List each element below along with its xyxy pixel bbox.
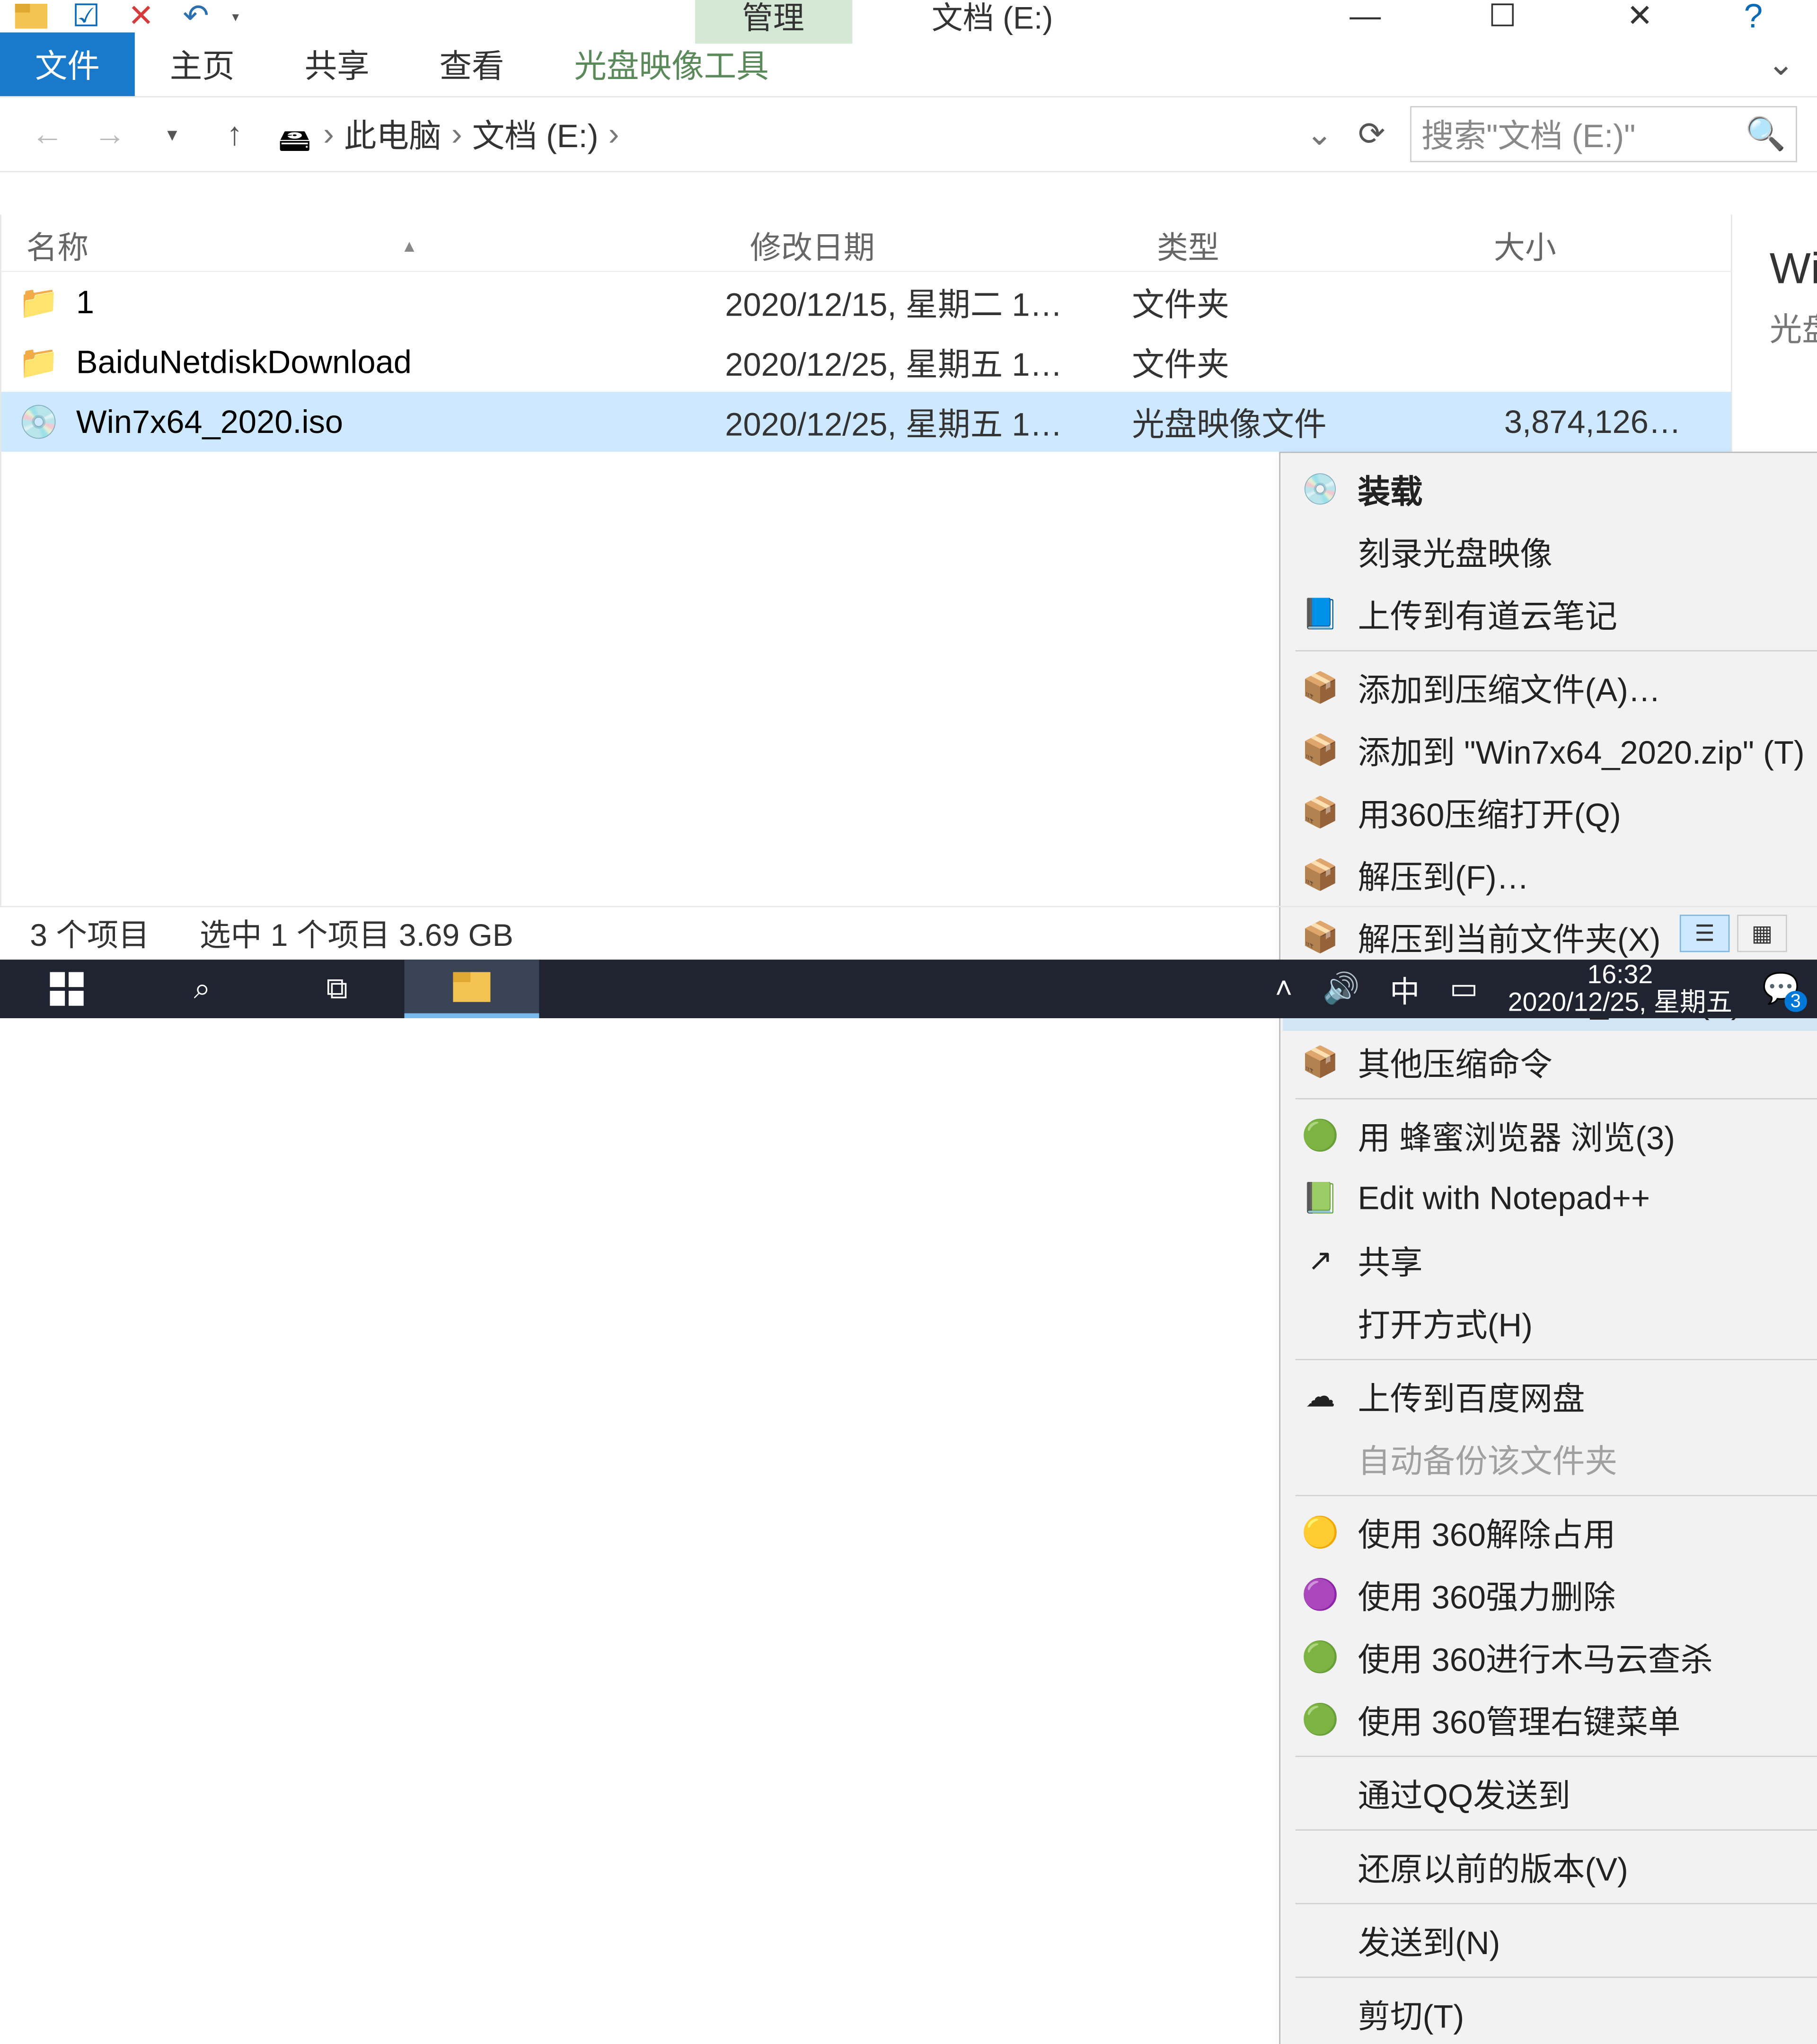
taskbar-search-button[interactable]: ⌕: [135, 960, 270, 1018]
titlebar: ☑ ✕ ↶ ▾ 管理 文档 (E:) — ☐ ✕ ?: [0, 0, 1817, 33]
ribbon-tab-home[interactable]: 主页: [135, 33, 270, 97]
address-dropdown[interactable]: ⌄: [1306, 115, 1333, 154]
breadcrumb-current[interactable]: 文档 (E:): [472, 111, 599, 158]
file-row[interactable]: 💿Win7x64_2020.iso2020/12/25, 星期五 1…光盘映像文…: [1, 392, 1731, 452]
context-menu-item[interactable]: 打开方式(H)▶: [1283, 1292, 1817, 1354]
context-menu-separator: [1296, 1098, 1817, 1100]
qat-properties-icon[interactable]: ☑: [67, 0, 105, 32]
status-bar: 3 个项目 选中 1 个项目 3.69 GB ☰ ▦: [0, 906, 1817, 960]
context-menu-item[interactable]: 📦用360压缩打开(Q): [1283, 781, 1817, 844]
status-item-count: 3 个项目: [30, 911, 150, 956]
window-title: 文档 (E:): [852, 0, 1315, 39]
clock-time: 16:32: [1508, 961, 1732, 989]
action-center-icon[interactable]: 💬3: [1762, 971, 1799, 1007]
refresh-button[interactable]: ⟳: [1358, 115, 1385, 154]
col-type[interactable]: 类型: [1132, 223, 1469, 268]
col-size[interactable]: 大小: [1469, 223, 1731, 268]
context-menu-separator: [1296, 1903, 1817, 1904]
details-title: Win7x64_2020.iso: [1770, 245, 1817, 294]
chevron-icon[interactable]: ›: [323, 115, 334, 154]
context-menu-separator: [1296, 1977, 1817, 1978]
nav-recent-dropdown[interactable]: ▾: [145, 122, 200, 147]
ribbon-tab-view[interactable]: 查看: [405, 33, 539, 97]
help-button[interactable]: ?: [1727, 0, 1780, 33]
details-subtitle: 光盘映像文件: [1770, 305, 1817, 351]
qat-customize-dropdown[interactable]: ▾: [232, 8, 239, 24]
context-menu-item[interactable]: 通过QQ发送到: [1283, 1762, 1817, 1824]
context-menu-separator: [1296, 1756, 1817, 1757]
qat-delete-icon[interactable]: ✕: [122, 0, 159, 32]
col-date[interactable]: 修改日期: [725, 223, 1132, 268]
ime-indicator[interactable]: 中: [1390, 967, 1420, 1011]
column-headers[interactable]: 名称▴ 修改日期 类型 大小: [1, 220, 1731, 272]
context-menu-item[interactable]: ☁上传到百度网盘: [1283, 1365, 1817, 1427]
breadcrumb-root[interactable]: 此电脑: [344, 111, 441, 158]
context-menu-item[interactable]: 🟡使用 360解除占用: [1283, 1501, 1817, 1564]
ribbon-tabs: 文件 主页 共享 查看 光盘映像工具 ⌄: [0, 33, 1817, 97]
context-menu-item[interactable]: 📦其他压缩命令▶: [1283, 1031, 1817, 1093]
volume-icon[interactable]: 🔊: [1323, 971, 1360, 1007]
taskbar-explorer-button[interactable]: [405, 960, 539, 1018]
ribbon-tab-share[interactable]: 共享: [270, 33, 405, 97]
nav-forward-button[interactable]: →: [82, 115, 137, 154]
context-menu-item[interactable]: 刻录光盘映像: [1283, 520, 1817, 583]
context-menu-item[interactable]: 🟢使用 360管理右键菜单: [1283, 1688, 1817, 1751]
context-menu-item[interactable]: 💿装载: [1283, 458, 1817, 520]
network-icon[interactable]: ▭: [1450, 971, 1478, 1007]
maximize-button[interactable]: ☐: [1453, 0, 1552, 33]
start-button[interactable]: [0, 960, 135, 1018]
taskbar-clock[interactable]: 16:32 2020/12/25, 星期五: [1508, 961, 1732, 1016]
close-button[interactable]: ✕: [1590, 0, 1690, 33]
task-view-button[interactable]: ⧉: [270, 960, 405, 1018]
quick-access-toolbar: ☑ ✕ ↶ ▾: [0, 0, 252, 32]
context-menu-item[interactable]: 剪切(T): [1283, 1983, 1817, 2044]
view-icons-button[interactable]: ▦: [1737, 915, 1787, 952]
status-selection: 选中 1 个项目 3.69 GB: [200, 911, 513, 956]
drive-icon: 🖴: [278, 117, 313, 152]
ribbon-expand-button[interactable]: ⌄: [1745, 33, 1817, 97]
minimize-button[interactable]: —: [1315, 0, 1415, 33]
col-name[interactable]: 名称▴: [1, 223, 725, 268]
taskbar[interactable]: ⌕ ⧉ ˄ 🔊 中 ▭ 16:32 2020/12/25, 星期五 💬3: [0, 960, 1817, 1018]
ribbon-tab-context[interactable]: 光盘映像工具: [539, 33, 804, 97]
search-icon: 🔍: [1746, 115, 1786, 154]
context-menu-item[interactable]: 📘上传到有道云笔记: [1283, 583, 1817, 645]
context-menu-separator: [1296, 1829, 1817, 1831]
qat-undo-icon[interactable]: ↶: [177, 0, 215, 32]
file-row[interactable]: 📁BaiduNetdiskDownload2020/12/25, 星期五 1…文…: [1, 332, 1731, 392]
chevron-icon[interactable]: ›: [451, 115, 462, 154]
context-menu-separator: [1296, 1495, 1817, 1497]
view-details-button[interactable]: ☰: [1680, 915, 1729, 952]
context-menu-item: 自动备份该文件夹: [1283, 1427, 1817, 1490]
context-menu-item[interactable]: 发送到(N)▶: [1283, 1909, 1817, 1972]
search-input[interactable]: 搜索"文档 (E:)" 🔍: [1410, 106, 1797, 162]
context-menu-separator: [1296, 650, 1817, 652]
context-menu-item[interactable]: 还原以前的版本(V): [1283, 1836, 1817, 1898]
search-placeholder: 搜索"文档 (E:)": [1421, 111, 1636, 158]
ribbon-tab-file[interactable]: 文件: [0, 33, 135, 97]
file-row[interactable]: 📁12020/12/15, 星期二 1…文件夹: [1, 272, 1731, 332]
context-menu-item[interactable]: 🟣使用 360强力删除: [1283, 1564, 1817, 1626]
context-menu-item[interactable]: 📦添加到 "Win7x64_2020.zip" (T): [1283, 719, 1817, 781]
context-menu-item[interactable]: 📦解压到(F)…: [1283, 844, 1817, 906]
nav-up-button[interactable]: ↑: [207, 115, 262, 154]
chevron-icon[interactable]: ›: [609, 115, 619, 154]
context-menu-item[interactable]: 📦添加到压缩文件(A)…: [1283, 656, 1817, 719]
system-tray[interactable]: ˄ 🔊 中 ▭ 16:32 2020/12/25, 星期五 💬3: [1275, 961, 1817, 1016]
explorer-icon: [12, 0, 50, 32]
tray-overflow-icon[interactable]: ˄: [1275, 971, 1293, 1006]
context-menu-item[interactable]: ↗共享: [1283, 1229, 1817, 1292]
context-menu-item[interactable]: 🟢使用 360进行木马云查杀: [1283, 1626, 1817, 1688]
breadcrumb[interactable]: 🖴 › 此电脑 › 文档 (E:) ›: [270, 110, 1298, 159]
context-menu-item[interactable]: 🟢用 蜂蜜浏览器 浏览(3): [1283, 1104, 1817, 1167]
context-menu[interactable]: 💿装载刻录光盘映像📘上传到有道云笔记 📦添加到压缩文件(A)…📦添加到 "Win7…: [1279, 452, 1817, 2044]
notification-badge: 3: [1784, 991, 1807, 1012]
context-menu-item[interactable]: 📗Edit with Notepad++: [1283, 1167, 1817, 1229]
nav-back-button[interactable]: ←: [20, 115, 75, 154]
clock-date: 2020/12/25, 星期五: [1508, 989, 1732, 1016]
context-menu-separator: [1296, 1359, 1817, 1360]
address-bar: ← → ▾ ↑ 🖴 › 此电脑 › 文档 (E:) › ⌄ ⟳ 搜索"文档 (E…: [0, 97, 1817, 172]
